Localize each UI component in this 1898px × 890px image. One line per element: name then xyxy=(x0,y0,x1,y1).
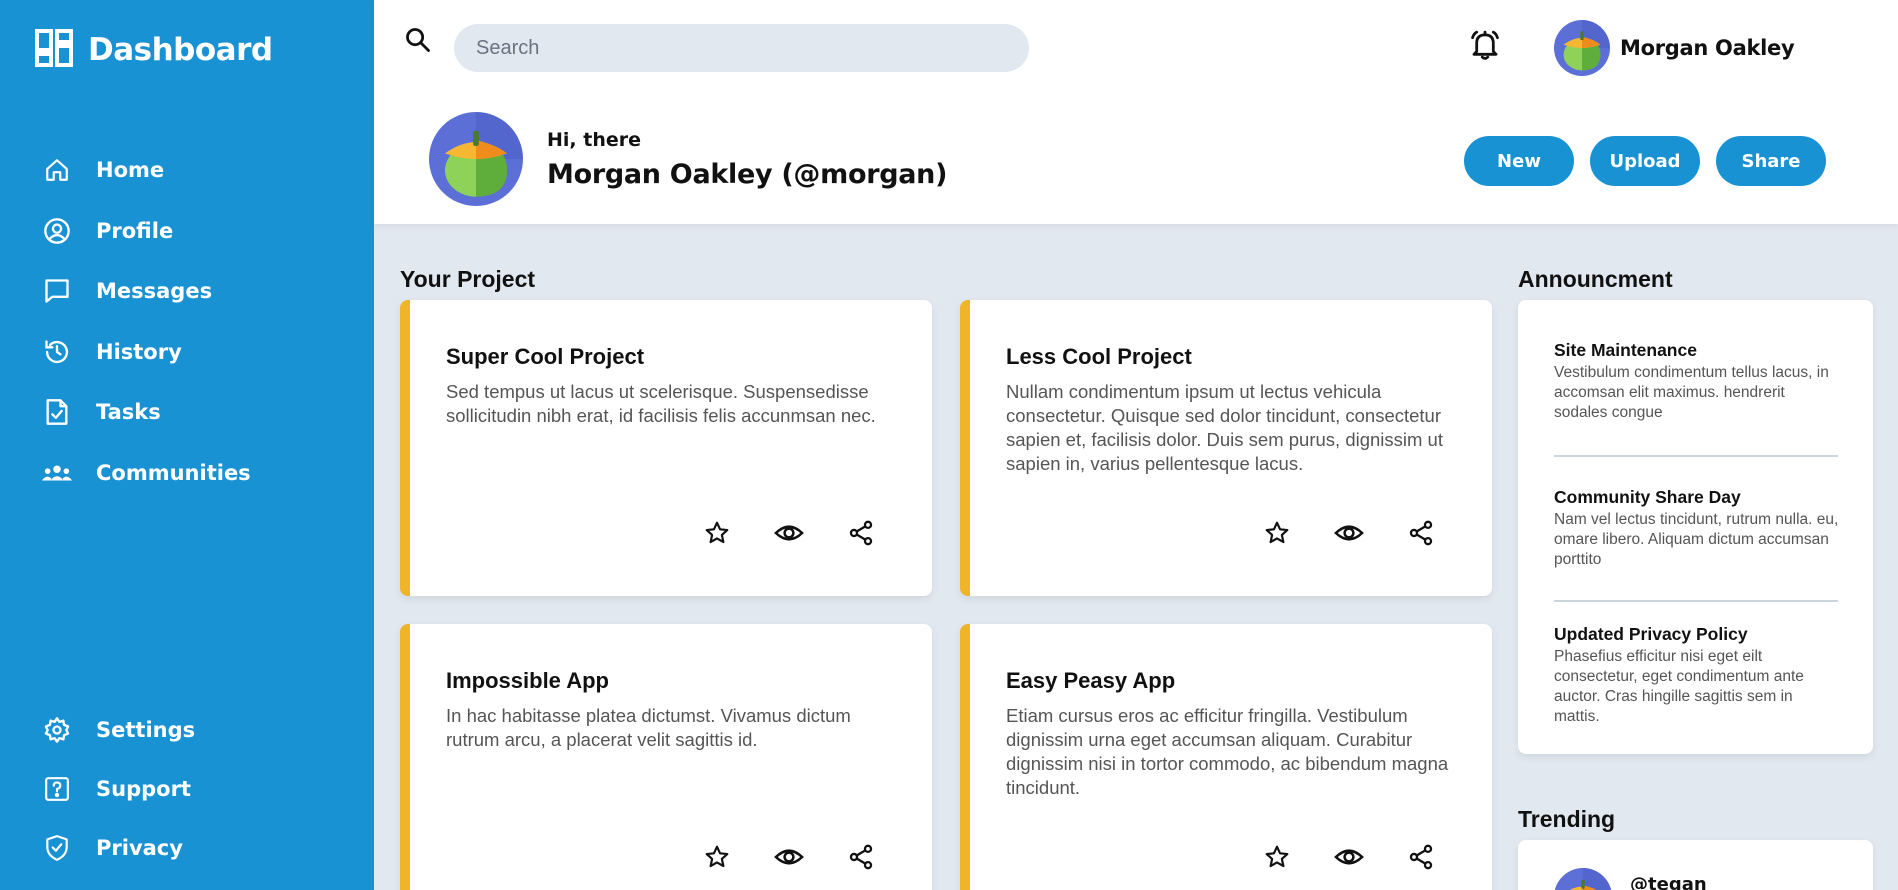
eye-icon[interactable] xyxy=(772,516,806,550)
sidebar-item-label: History xyxy=(96,339,182,364)
sidebar-item-label: Privacy xyxy=(96,835,183,860)
message-icon xyxy=(42,276,72,306)
divider xyxy=(1554,455,1838,457)
user-menu[interactable]: Morgan Oakley xyxy=(1554,20,1795,76)
sidebar-item-history[interactable]: History xyxy=(42,322,251,383)
dashboard-icon xyxy=(34,28,74,72)
sidebar-item-label: Settings xyxy=(96,717,196,742)
announcement-title: Updated Privacy Policy xyxy=(1554,624,1748,644)
eye-icon[interactable] xyxy=(1332,840,1366,874)
trending-avatar xyxy=(1554,868,1612,890)
profile-avatar xyxy=(429,112,523,206)
project-actions xyxy=(700,840,878,874)
project-description: Etiam cursus eros ac efficitur fringilla… xyxy=(1006,705,1449,798)
user-circle-icon xyxy=(42,216,72,246)
brand-title: Dashboard xyxy=(88,32,273,68)
header-actions: New Upload Share xyxy=(1464,136,1826,186)
sidebar-item-label: Home xyxy=(96,158,165,183)
announcements-title: Announcment xyxy=(1518,266,1673,292)
greeting: Hi, there Morgan Oakley (@morgan) xyxy=(429,112,947,206)
project-actions xyxy=(700,516,878,550)
greeting-text: Hi, there xyxy=(547,128,641,151)
header: Morgan Oakley Hi, there Morgan Oakley (@… xyxy=(374,0,1898,224)
sidebar-item-label: Tasks xyxy=(96,400,161,425)
project-card[interactable]: Impossible App In hac habitasse platea d… xyxy=(400,624,932,890)
tasks-icon xyxy=(42,397,72,427)
sidebar-nav: Home Profile Messages History Tasks Comm… xyxy=(42,140,251,503)
upload-button[interactable]: Upload xyxy=(1590,136,1700,186)
eye-icon[interactable] xyxy=(772,840,806,874)
announcement-item[interactable]: Updated Privacy Policy Phasefius efficit… xyxy=(1554,624,1839,727)
divider xyxy=(1554,600,1838,602)
project-card[interactable]: Easy Peasy App Etiam cursus eros ac effi… xyxy=(960,624,1492,890)
search-input[interactable] xyxy=(454,24,1029,72)
project-description: Nullam condimentum ipsum ut lectus vehic… xyxy=(1006,381,1443,474)
star-icon[interactable] xyxy=(700,516,734,550)
sidebar-item-communities[interactable]: Communities xyxy=(42,443,251,504)
project-actions xyxy=(1260,516,1438,550)
announcement-title: Site Maintenance xyxy=(1554,340,1697,360)
announcement-text: Phasefius efficitur nisi eget eilt conse… xyxy=(1554,648,1804,725)
bell-icon[interactable] xyxy=(1468,28,1502,68)
eye-icon[interactable] xyxy=(1332,516,1366,550)
project-title: Easy Peasy App xyxy=(1006,668,1176,693)
announcements-panel: Site Maintenance Vestibulum condimentum … xyxy=(1518,300,1873,754)
announcement-title: Community Share Day xyxy=(1554,487,1741,507)
new-button[interactable]: New xyxy=(1464,136,1574,186)
communities-icon xyxy=(42,458,72,488)
project-title: Impossible App xyxy=(446,668,609,693)
projects-title: Your Project xyxy=(400,266,536,292)
project-description: In hac habitasse platea dictumst. Vivamu… xyxy=(446,705,851,750)
sidebar-item-tasks[interactable]: Tasks xyxy=(42,382,251,443)
sidebar: Dashboard Home Profile Messages History xyxy=(0,0,374,890)
project-card[interactable]: Less Cool Project Nullam condimentum ips… xyxy=(960,300,1492,596)
star-icon[interactable] xyxy=(1260,516,1294,550)
announcement-text: Vestibulum condimentum tellus lacus, in … xyxy=(1554,364,1829,421)
sidebar-item-label: Messages xyxy=(96,279,213,304)
announcement-text: Nam vel lectus tincidunt, rutrum nulla. … xyxy=(1554,511,1839,568)
sidebar-item-label: Communities xyxy=(96,460,251,485)
project-description: Sed tempus ut lacus ut scelerisque. Susp… xyxy=(446,381,876,426)
star-icon[interactable] xyxy=(700,840,734,874)
project-title: Less Cool Project xyxy=(1006,344,1192,369)
shield-icon xyxy=(42,833,72,863)
sidebar-item-messages[interactable]: Messages xyxy=(42,261,251,322)
star-icon[interactable] xyxy=(1260,840,1294,874)
project-title: Super Cool Project xyxy=(446,344,645,369)
share-button[interactable]: Share xyxy=(1716,136,1826,186)
trending-title: Trending xyxy=(1518,806,1616,832)
sidebar-item-profile[interactable]: Profile xyxy=(42,201,251,262)
sidebar-bottom-nav: Settings Support Privacy xyxy=(42,700,195,877)
sidebar-item-label: Support xyxy=(96,776,191,801)
gear-icon xyxy=(42,715,72,745)
share-icon[interactable] xyxy=(844,516,878,550)
project-card[interactable]: Super Cool Project Sed tempus ut lacus u… xyxy=(400,300,932,596)
announcement-item[interactable]: Community Share Day Nam vel lectus tinci… xyxy=(1554,487,1839,570)
announcement-item[interactable]: Site Maintenance Vestibulum condimentum … xyxy=(1554,340,1839,423)
trending-panel: @tegan xyxy=(1518,840,1873,890)
home-icon xyxy=(42,155,72,185)
brand[interactable]: Dashboard xyxy=(34,28,273,72)
sidebar-item-label: Profile xyxy=(96,218,174,243)
share-icon[interactable] xyxy=(1404,516,1438,550)
sidebar-item-settings[interactable]: Settings xyxy=(42,700,195,759)
avatar xyxy=(1554,20,1610,76)
display-name: Morgan Oakley (@morgan) xyxy=(547,158,948,190)
sidebar-item-support[interactable]: Support xyxy=(42,759,195,818)
trending-username[interactable]: @tegan xyxy=(1630,874,1707,890)
search-icon[interactable] xyxy=(404,26,432,58)
help-icon xyxy=(42,774,72,804)
sidebar-item-privacy[interactable]: Privacy xyxy=(42,818,195,877)
sidebar-item-home[interactable]: Home xyxy=(42,140,251,201)
history-icon xyxy=(42,337,72,367)
share-icon[interactable] xyxy=(1404,840,1438,874)
project-actions xyxy=(1260,840,1438,874)
user-name: Morgan Oakley xyxy=(1620,36,1795,60)
share-icon[interactable] xyxy=(844,840,878,874)
